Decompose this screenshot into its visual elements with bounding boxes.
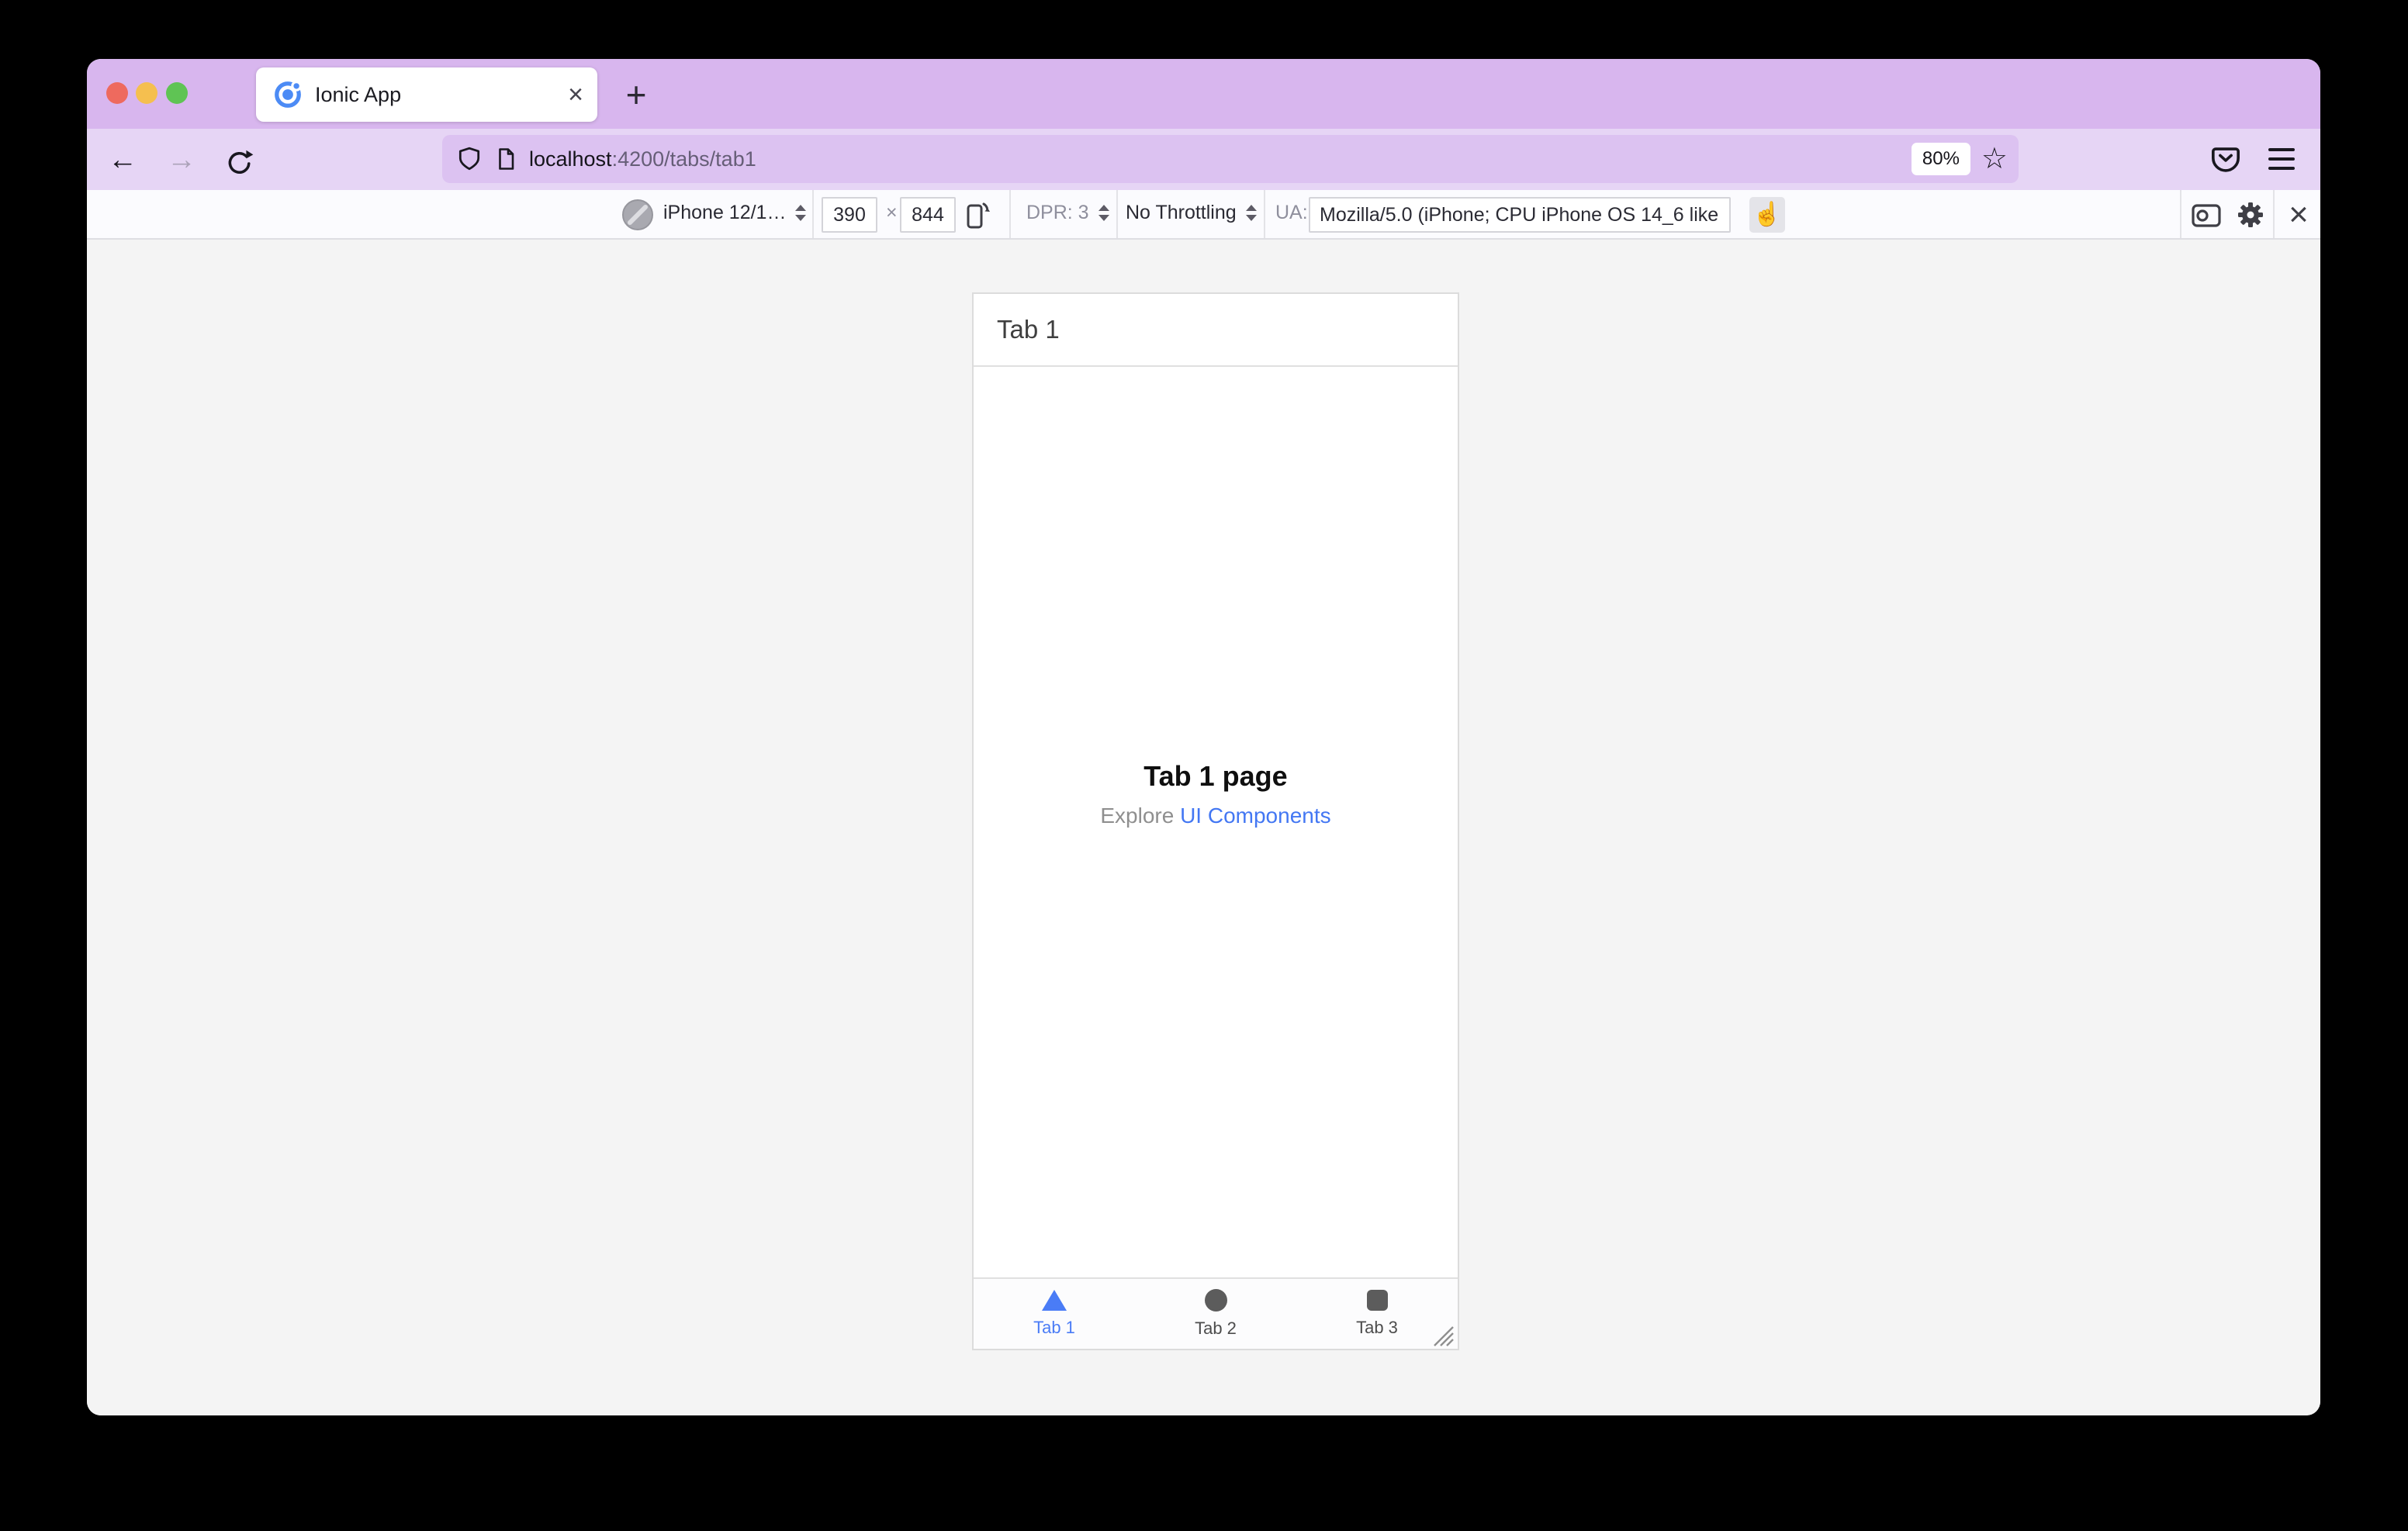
throttling-label: No Throttling	[1126, 202, 1237, 223]
chevron-updown-icon	[795, 205, 807, 221]
dpr-label: DPR: 3	[1026, 202, 1089, 223]
user-agent-input[interactable]	[1309, 197, 1731, 233]
menu-bar	[2268, 157, 2295, 161]
hamburger-menu-icon[interactable]	[2268, 140, 2302, 178]
url-text: localhost:4200/tabs/tab1	[529, 147, 756, 171]
browser-window: Ionic App × + ← → localhost:4200/tabs/ta…	[87, 59, 2320, 1415]
rdm-settings-gear-icon[interactable]	[2233, 197, 2268, 233]
device-selector[interactable]: iPhone 12/1…	[663, 202, 807, 224]
dimension-times: ×	[886, 202, 898, 223]
ui-components-link[interactable]: UI Components	[1180, 804, 1331, 828]
explore-text: Explore	[1100, 804, 1181, 828]
page-info-icon[interactable]	[493, 147, 518, 171]
page-subtitle: Explore UI Components	[974, 804, 1458, 828]
url-host: localhost	[529, 147, 612, 171]
shield-icon[interactable]	[456, 146, 483, 172]
square-icon	[1366, 1290, 1388, 1311]
forward-button[interactable]: →	[157, 136, 206, 184]
desktop-background: Ionic App × + ← → localhost:4200/tabs/ta…	[0, 0, 2408, 1531]
throttling-selector[interactable]: No Throttling	[1126, 202, 1257, 224]
device-viewport: Tab 1 Tab 1 page Explore UI Components T…	[972, 292, 1459, 1350]
browser-tab-ionic-app[interactable]: Ionic App ×	[256, 67, 597, 122]
back-button[interactable]: ←	[99, 136, 147, 184]
url-path: :4200/tabs/tab1	[611, 147, 756, 171]
browser-tab-strip: Ionic App × +	[87, 59, 2320, 129]
app-header-title: Tab 1	[997, 315, 1060, 344]
rotate-viewport-icon[interactable]	[957, 197, 993, 233]
dpr-selector[interactable]: DPR: 3	[1026, 202, 1109, 224]
app-tab-bar: Tab 1 Tab 2 Tab 3	[974, 1277, 1458, 1349]
window-zoom-button[interactable]	[166, 82, 188, 104]
toolbar-separator	[1116, 190, 1118, 238]
ionic-favicon-icon	[273, 80, 303, 109]
viewport-resize-handle[interactable]	[1431, 1322, 1456, 1349]
ua-label: UA:	[1275, 202, 1308, 223]
window-close-button[interactable]	[106, 82, 128, 104]
device-favicon-compass-icon	[621, 199, 654, 231]
triangle-icon	[1042, 1290, 1067, 1311]
url-bar[interactable]: localhost:4200/tabs/tab1 80% ☆	[442, 135, 2019, 183]
toolbar-separator	[1264, 190, 1265, 238]
chevron-updown-icon	[1098, 205, 1109, 221]
tab-title: Ionic App	[315, 82, 402, 106]
touch-simulation-icon[interactable]: ☝	[1749, 197, 1785, 233]
navigation-toolbar: ← → localhost:4200/tabs/tab1 80% ☆	[87, 129, 2320, 190]
toolbar-separator	[2180, 190, 2181, 238]
menu-bar	[2268, 148, 2295, 151]
viewport-height-input[interactable]	[900, 197, 956, 233]
rdm-content-area: Tab 1 Tab 1 page Explore UI Components T…	[87, 240, 2320, 1415]
screenshot-camera-icon[interactable]	[2189, 197, 2225, 233]
page-content: Tab 1 page Explore UI Components	[974, 760, 1458, 828]
page-title: Tab 1 page	[1143, 760, 1288, 792]
device-selector-label: iPhone 12/1…	[663, 202, 787, 223]
app-header: Tab 1	[974, 294, 1458, 367]
rdm-close-icon[interactable]: ×	[2281, 197, 2316, 233]
toolbar-separator	[1009, 190, 1011, 238]
zoom-level-badge[interactable]: 80%	[1911, 143, 1970, 175]
window-minimize-button[interactable]	[136, 82, 157, 104]
bookmark-star-icon[interactable]: ☆	[1981, 144, 2008, 174]
toolbar-separator	[812, 190, 814, 238]
viewport-width-input[interactable]	[822, 197, 877, 233]
chevron-updown-icon	[1245, 205, 1257, 221]
new-tab-button[interactable]: +	[611, 70, 661, 119]
toolbar-separator	[2273, 190, 2275, 238]
tab-button-tab2[interactable]: Tab 2	[1135, 1279, 1296, 1349]
tab-close-icon[interactable]: ×	[568, 81, 583, 108]
responsive-design-toolbar: iPhone 12/1… × DPR: 3	[87, 190, 2320, 240]
pocket-save-icon[interactable]	[2209, 139, 2249, 179]
circle-icon	[1204, 1289, 1227, 1312]
menu-bar	[2268, 167, 2295, 170]
tab-button-tab1[interactable]: Tab 1	[974, 1279, 1135, 1349]
reload-button[interactable]	[215, 136, 263, 184]
